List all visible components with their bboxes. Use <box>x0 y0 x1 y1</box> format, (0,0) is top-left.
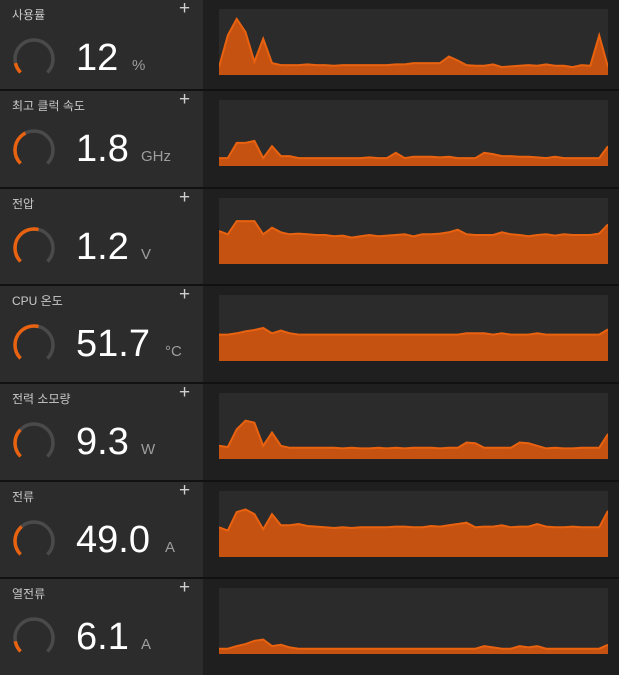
gauge-track <box>13 38 55 80</box>
gauge-track <box>13 422 55 464</box>
plus-icon[interactable]: + <box>179 285 190 305</box>
metric-unit: A <box>165 539 176 556</box>
history-chart-svg <box>219 139 609 166</box>
plus-icon[interactable]: + <box>179 90 190 110</box>
gauge-icon <box>13 227 55 269</box>
metric-row-cpu-temp: CPU 온도 +51.7 °C <box>0 285 619 382</box>
history-chart <box>218 393 609 459</box>
metric-value: 1.8 <box>76 128 129 170</box>
metric-title: 최고 클럭 속도 <box>12 99 85 113</box>
gauge-icon <box>13 38 55 80</box>
history-area <box>219 639 608 654</box>
metric-summary: 전압 +1.2 V <box>0 188 203 285</box>
gauge-track <box>13 617 55 659</box>
gauge-fill <box>13 227 55 269</box>
metric-value: 49.0 <box>76 519 150 561</box>
history-chart-svg <box>218 508 609 557</box>
history-chart-svg <box>219 638 609 654</box>
history-chart <box>219 295 609 361</box>
history-chart-svg <box>219 326 609 361</box>
metric-row-thermal-current: 열전류 +6.1 A <box>0 578 619 675</box>
metric-title: 전압 <box>12 197 35 211</box>
history-chart <box>218 491 609 557</box>
metric-summary: 사용률 +12% <box>0 0 203 96</box>
gauge-fill <box>13 422 55 464</box>
history-area <box>219 328 608 361</box>
metric-title: CPU 온도 <box>12 294 63 308</box>
metric-title: 사용률 <box>12 8 46 22</box>
metric-value: 1.2 <box>76 226 129 268</box>
history-chart-svg <box>218 16 609 75</box>
plus-icon[interactable]: + <box>179 188 190 208</box>
metric-summary: 최고 클럭 속도 +1.8 GHz <box>0 90 203 187</box>
gauge-fill <box>13 129 55 171</box>
metric-unit: GHz <box>141 148 171 165</box>
metric-value: 12 <box>76 37 119 79</box>
metric-title: 전력 소모량 <box>12 392 71 406</box>
history-chart <box>219 588 609 654</box>
gauge-icon <box>13 324 55 366</box>
history-area <box>219 221 608 264</box>
history-chart <box>218 198 609 264</box>
metric-unit: A <box>141 636 152 653</box>
metric-value: 9.3 <box>76 421 129 463</box>
metric-unit: % <box>132 57 146 74</box>
history-area <box>219 18 608 75</box>
history-area <box>219 509 608 557</box>
plus-icon[interactable]: + <box>179 578 190 598</box>
gauge-fill <box>13 520 55 562</box>
metric-summary: 열전류 +6.1 A <box>0 578 203 675</box>
history-line <box>218 16 609 69</box>
metric-row-clock: 최고 클럭 속도 +1.8 GHz <box>0 90 619 187</box>
gauge-icon <box>13 520 55 562</box>
gauge-icon <box>13 617 55 659</box>
plus-icon[interactable]: + <box>179 383 190 403</box>
history-chart-svg <box>218 419 609 459</box>
metric-unit: W <box>141 441 156 458</box>
metric-row-current: 전류 +49.0 A <box>0 481 619 578</box>
history-chart <box>218 9 609 75</box>
metric-summary: 전력 소모량 +9.3 W <box>0 383 203 480</box>
gauge-track <box>13 324 55 366</box>
metric-row-voltage: 전압 +1.2 V <box>0 188 619 285</box>
gauge-track <box>13 227 55 269</box>
gauge-fill <box>13 38 55 80</box>
metric-value: 51.7 <box>76 323 150 365</box>
history-chart <box>219 100 609 166</box>
metrics-panel: 사용률 +12% 최고 클럭 속도 +1.8 GHz 전압 +1.2 V CPU 온도 +51.7… <box>0 0 619 675</box>
metric-unit: °C <box>165 343 182 360</box>
metric-title: 열전류 <box>12 587 46 601</box>
metric-summary: 전류 +49.0 A <box>0 481 203 578</box>
metric-summary: CPU 온도 +51.7 °C <box>0 285 203 382</box>
gauge-fill <box>13 324 55 366</box>
metric-unit: V <box>141 246 152 263</box>
gauge-track <box>13 520 55 562</box>
history-chart-svg <box>218 220 609 264</box>
metric-row-power: 전력 소모량 +9.3 W <box>0 383 619 480</box>
plus-icon[interactable]: + <box>179 0 190 19</box>
metric-title: 전류 <box>12 490 35 504</box>
gauge-fill <box>13 617 55 659</box>
plus-icon[interactable]: + <box>179 481 190 501</box>
gauge-icon <box>13 422 55 464</box>
gauge-icon <box>13 129 55 171</box>
gauge-track <box>13 129 55 171</box>
metric-value: 6.1 <box>76 616 129 658</box>
metric-row-usage: 사용률 +12% <box>0 0 619 96</box>
